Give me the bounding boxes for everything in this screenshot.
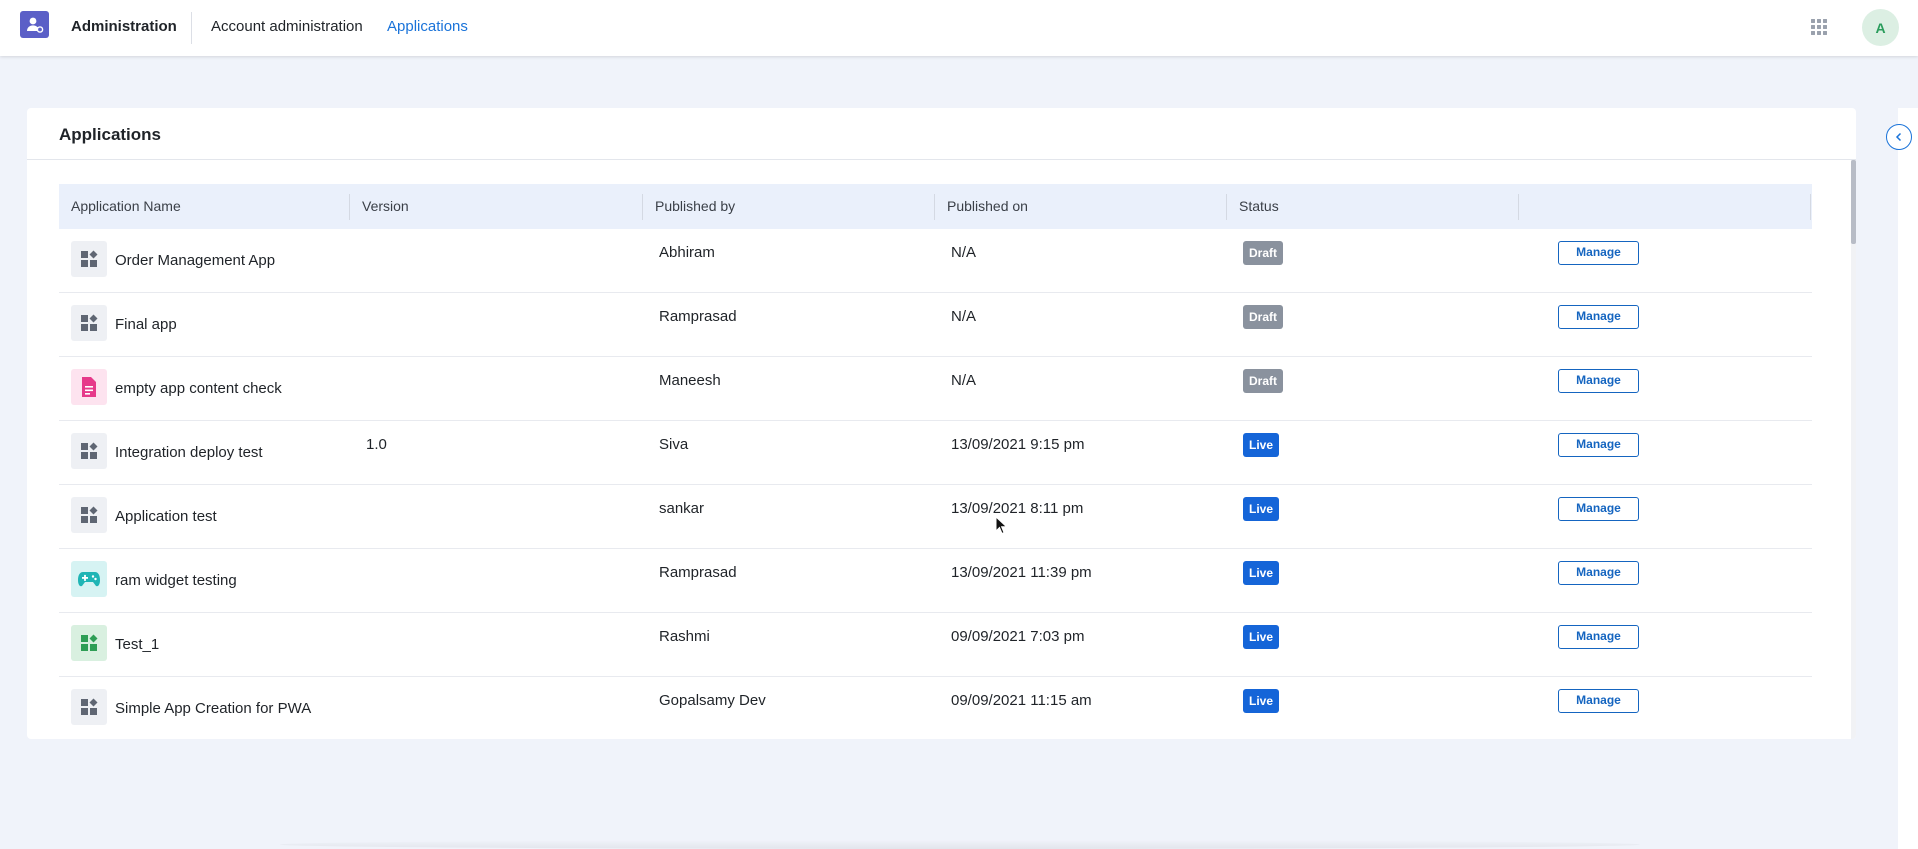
app-title: Administration — [71, 18, 177, 35]
widget-grid-icon — [71, 689, 107, 725]
manage-button[interactable]: Manage — [1558, 625, 1639, 649]
published-on-cell: N/A — [951, 372, 977, 389]
published-by-cell: Maneesh — [659, 372, 721, 389]
application-name[interactable]: Integration deploy test — [115, 444, 263, 461]
scrollbar-thumb[interactable] — [1851, 160, 1856, 244]
table-header: Application Name Version Published by Pu… — [59, 184, 1812, 229]
table-row[interactable]: Final app Ramprasad N/A Draft Manage — [59, 293, 1812, 357]
status-badge: Draft — [1243, 369, 1284, 393]
table-row[interactable]: Application test sankar 13/09/2021 8:11 pm… — [59, 485, 1812, 549]
published-by-cell: Abhiram — [659, 244, 715, 261]
manage-button[interactable]: Manage — [1558, 369, 1639, 393]
published-on-cell: 09/09/2021 7:03 pm — [951, 628, 1085, 645]
column-header-published-on[interactable]: Published on — [935, 184, 1028, 229]
mouse-cursor-icon — [995, 516, 1008, 535]
table-body: Order Management App Abhiram N/A Draft Manag… — [59, 229, 1812, 739]
published-on-cell: 13/09/2021 11:39 pm — [951, 564, 1092, 581]
column-header-published-by[interactable]: Published by — [643, 184, 735, 229]
manage-button[interactable]: Manage — [1558, 241, 1639, 265]
manage-button[interactable]: Manage — [1558, 561, 1639, 585]
published-on-cell: N/A — [951, 244, 977, 261]
published-on-cell: 13/09/2021 9:15 pm — [951, 436, 1085, 453]
table-row[interactable]: Simple App Creation for PWA Gopalsamy Dev… — [59, 677, 1812, 739]
status-badge: Live — [1243, 561, 1280, 585]
table-row[interactable]: ram widget testing Ramprasad 13/09/2021 11… — [59, 549, 1812, 613]
vertical-scrollbar[interactable] — [1851, 160, 1856, 739]
column-header-version[interactable]: Version — [350, 184, 409, 229]
widget-grid-icon — [71, 625, 107, 661]
published-on-cell: 13/09/2021 8:11 pm — [951, 500, 1084, 517]
table-row[interactable]: Integration deploy test 1.0 Siva 13/09/2021… — [59, 421, 1812, 485]
column-divider — [1810, 194, 1811, 220]
table-row[interactable]: Order Management App Abhiram N/A Draft Manag… — [59, 229, 1812, 293]
nav-account-administration[interactable]: Account administration — [211, 18, 363, 35]
widget-grid-icon — [71, 497, 107, 533]
manage-button[interactable]: Manage — [1558, 689, 1639, 713]
application-name[interactable]: Final app — [115, 316, 177, 333]
admin-logo-icon[interactable] — [20, 11, 49, 38]
application-name[interactable]: Application test — [115, 508, 217, 525]
application-name[interactable]: empty app content check — [115, 380, 282, 397]
published-on-cell: 09/09/2021 11:15 am — [951, 692, 1092, 709]
status-badge: Draft — [1243, 305, 1284, 329]
nav-applications[interactable]: Applications — [387, 18, 468, 35]
published-by-cell: sankar — [659, 500, 705, 517]
widget-grid-icon — [71, 241, 107, 277]
status-badge: Live — [1243, 433, 1280, 457]
status-badge: Live — [1243, 625, 1280, 649]
bottom-shadow — [280, 840, 1640, 849]
status-badge: Draft — [1243, 241, 1284, 265]
card-title: Applications — [59, 125, 162, 144]
manage-button[interactable]: Manage — [1558, 497, 1639, 521]
published-by-cell: Siva — [659, 436, 689, 453]
status-badge: Live — [1243, 689, 1280, 713]
widget-grid-icon — [71, 433, 107, 469]
published-by-cell: Ramprasad — [659, 564, 737, 581]
header-divider — [191, 12, 192, 44]
column-header-application-name[interactable]: Application Name — [59, 184, 181, 229]
column-header-status[interactable]: Status — [1227, 184, 1279, 229]
chevron-left-icon — [1895, 132, 1902, 142]
version-cell: 1.0 — [366, 436, 387, 453]
top-navigation-bar: Administration Account administration Ap… — [0, 0, 1918, 56]
application-name[interactable]: Test_1 — [115, 636, 159, 653]
published-by-cell: Rashmi — [659, 628, 710, 645]
widget-grid-icon — [71, 305, 107, 341]
right-side-panel — [1898, 108, 1918, 849]
application-name[interactable]: Order Management App — [115, 252, 275, 269]
application-name[interactable]: Simple App Creation for PWA — [115, 700, 311, 717]
status-badge: Live — [1243, 497, 1280, 521]
column-divider — [1518, 194, 1519, 220]
collapse-panel-button[interactable] — [1886, 124, 1912, 150]
manage-button[interactable]: Manage — [1558, 305, 1639, 329]
applications-card: Applications Application Name Version Pu… — [27, 108, 1856, 739]
gamepad-icon — [71, 561, 107, 597]
card-divider — [27, 159, 1856, 160]
table-row[interactable]: Test_1 Rashmi 09/09/2021 7:03 pm Live Manage — [59, 613, 1812, 677]
app-launcher-grid-icon[interactable] — [1810, 18, 1828, 36]
application-name[interactable]: ram widget testing — [115, 572, 237, 589]
published-on-cell: N/A — [951, 308, 977, 325]
published-by-cell: Ramprasad — [659, 308, 737, 325]
published-by-cell: Gopalsamy Dev — [659, 692, 766, 709]
user-avatar[interactable]: A — [1862, 9, 1899, 46]
document-icon — [71, 369, 107, 405]
manage-button[interactable]: Manage — [1558, 433, 1639, 457]
table-row[interactable]: empty app content check Maneesh N/A Draft Ma… — [59, 357, 1812, 421]
